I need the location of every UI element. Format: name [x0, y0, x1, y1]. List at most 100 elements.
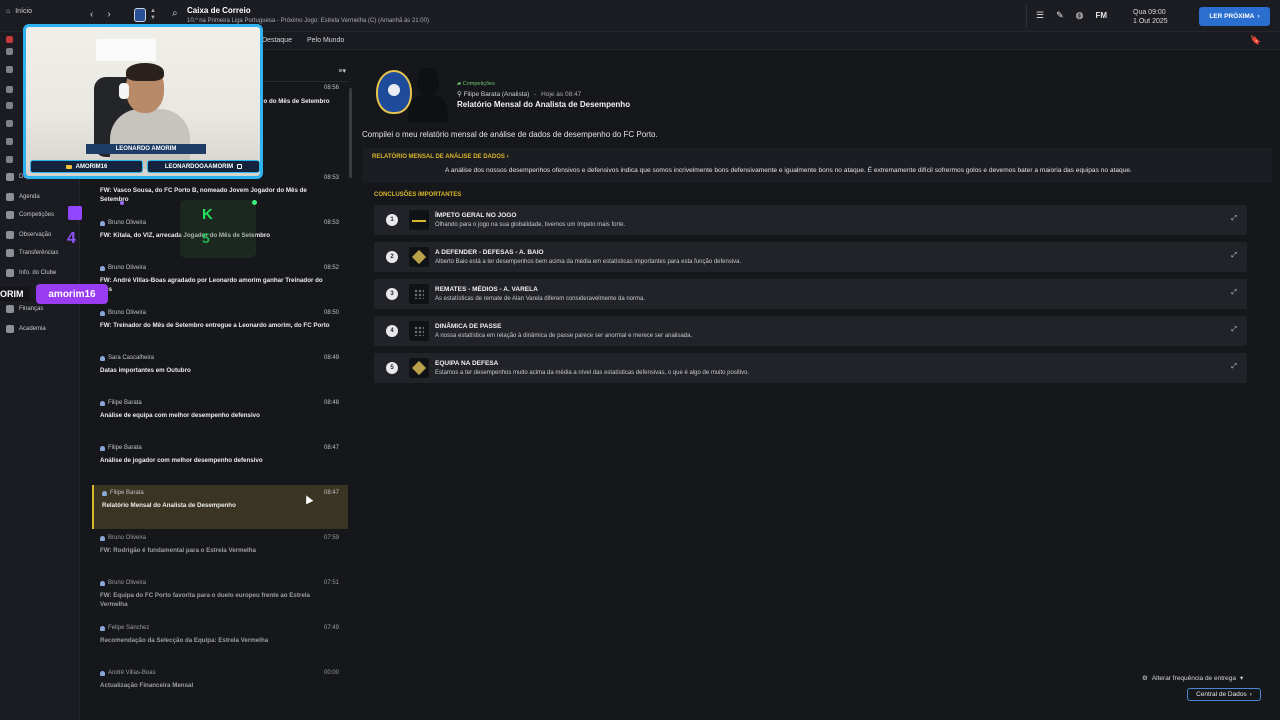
sidebar-item-club-info[interactable]: Info. do Clube — [6, 269, 56, 277]
person-icon — [100, 535, 105, 541]
streamer-nameplate: LEONARDO AMORIM — [86, 144, 206, 154]
chevron-right-icon: › — [1257, 13, 1260, 20]
list-item[interactable]: Bruno Oliveira 08:52 FW: André Villas-Bo… — [92, 260, 348, 304]
list-item[interactable]: Filipe Barata 08:48 Análise de equipa co… — [92, 395, 348, 439]
data-analysis-link[interactable]: RELATÓRIO MENSAL DE ANÁLISE DE DADOS › — [372, 154, 509, 160]
expand-icon[interactable]: ⤢ — [1231, 215, 1237, 223]
data-hub-button[interactable]: Central de Dados › — [1187, 688, 1261, 701]
expand-icon[interactable]: ⤢ — [1231, 363, 1237, 371]
air-conditioner — [96, 39, 156, 61]
delivery-frequency-dropdown[interactable]: ⚙ Alterar frequência de entrega ▾ — [1142, 674, 1244, 683]
person-icon — [100, 310, 105, 316]
training-icon[interactable] — [6, 120, 13, 127]
conclusion-card[interactable]: 5 EQUIPA NA DEFESA Estamos a ter desempe… — [374, 353, 1247, 383]
sidebar-item-scouting[interactable]: Observação — [6, 231, 51, 239]
fm-logo[interactable]: FM — [1095, 11, 1107, 20]
message-time: 08:52 — [323, 265, 339, 271]
club-switch-chevron-icon[interactable]: ▲ ▼ — [150, 8, 156, 22]
club-crest-icon[interactable] — [134, 8, 146, 22]
sidebar-item-agenda[interactable]: Agenda — [6, 193, 40, 201]
squad-icon[interactable] — [6, 48, 13, 55]
sender-name: Sara Cascalheira — [108, 355, 155, 361]
conclusion-card[interactable]: 3 REMATES - MÉDIOS - A. VARELA As estatí… — [374, 279, 1247, 309]
read-next-button[interactable]: LER PRÓXIMA › — [1199, 7, 1270, 26]
tactics-icon[interactable] — [6, 66, 13, 73]
page-title: Caixa de Correio — [187, 6, 251, 15]
list-item[interactable]: Bruno Oliveira 07:59 FW: Rodrigão é fund… — [92, 530, 348, 574]
message-sender: Bruno Oliveira — [100, 310, 146, 316]
sender-name: André Villas-Boas — [108, 670, 156, 676]
list-item-selected[interactable]: Filipe Barata 08:47 Relatório Mensal do … — [92, 485, 348, 529]
message-timestamp: Hoje às 08:47 — [541, 91, 582, 98]
headphones-icon — [119, 83, 129, 99]
globe-icon[interactable]: ◍ — [1076, 10, 1084, 21]
sidebar-item-label: Agenda — [19, 194, 40, 200]
home-link[interactable]: ⌂ Início — [6, 8, 32, 15]
expand-icon[interactable]: ⤢ — [1231, 289, 1237, 297]
conclusion-title: ÍMPETO GERAL NO JOGO — [435, 212, 517, 219]
twitch-icon — [68, 206, 82, 220]
message-sender: Bruno Oliveira — [100, 535, 146, 541]
date-time: Qua 09:00 — [1133, 9, 1166, 16]
list-item[interactable]: Felipe Sánchez 07:49 Recomendação da Sel… — [92, 620, 348, 664]
message-sender: Felipe Sánchez — [100, 625, 149, 631]
message-time: 08:49 — [323, 355, 339, 361]
conclusion-desc: Alberto Baio está a ter desempenhos bem … — [435, 259, 742, 265]
sidebar-item-finances[interactable]: Finanças — [6, 305, 43, 313]
inbox-icon[interactable] — [6, 36, 13, 43]
sidebar-item-transfers[interactable]: Transferências — [6, 249, 58, 257]
chevron-down-icon: ▾ — [1240, 675, 1244, 682]
staff-icon[interactable] — [6, 102, 13, 109]
crest-ball — [388, 84, 400, 96]
scouting-mini-icon[interactable] — [6, 156, 13, 163]
sort-dropdown-icon[interactable]: ≡▾ — [338, 67, 346, 75]
sender-name: Filipe Barata — [108, 400, 142, 406]
conclusion-title: REMATES - MÉDIOS - A. VARELA — [435, 286, 538, 293]
dynamics-icon[interactable] — [6, 138, 13, 145]
message-subject: FW: André Villas-Boas agradado por Leona… — [100, 277, 323, 293]
message-sender: Filipe Barata — [100, 445, 142, 451]
tab-destaque[interactable]: Destaque — [262, 37, 292, 44]
category-label: Competições — [462, 81, 495, 87]
sidebar-item-academy[interactable]: Academia — [6, 325, 46, 333]
list-item[interactable]: Bruno Oliveira 08:50 FW: Treinador do Mê… — [92, 305, 348, 349]
message-subject: FW: Rodrigão é fundamental para o Estrel… — [100, 547, 256, 554]
trophy-icon — [6, 211, 14, 219]
list-item[interactable]: André Villas-Boas 00:00 Actualização Fin… — [92, 665, 348, 709]
conclusion-desc: As estatísticas de remate de Alan Varela… — [435, 296, 645, 302]
conclusion-card[interactable]: 4 DINÂMICA DE PASSE A nossa estatística … — [374, 316, 1247, 346]
message-subject: FW: Treinador do Mês de Setembro entregu… — [100, 322, 330, 329]
message-view: ▰ Competições ⚲ Filipe Barata (Analista)… — [362, 50, 1272, 710]
date-day: 1 Out 2025 — [1133, 18, 1168, 25]
message-sender: André Villas-Boas — [100, 670, 156, 676]
message-time: 08:53 — [323, 220, 339, 226]
message-category[interactable]: ▰ Competições — [457, 81, 495, 87]
conclusion-card[interactable]: 1 ÍMPETO GERAL NO JOGO Olhando para o jo… — [374, 205, 1247, 235]
menu-icon[interactable]: ☰ — [1036, 10, 1044, 21]
edit-icon[interactable]: ✎ — [1056, 10, 1064, 21]
expand-icon[interactable]: ⤢ — [1231, 252, 1237, 260]
person-icon — [100, 580, 105, 586]
back-arrow-icon[interactable]: ‹ — [90, 9, 93, 20]
tab-pelo-mundo[interactable]: Pelo Mundo — [307, 37, 344, 44]
sidebar-item-competitions[interactable]: Competições — [6, 211, 54, 219]
avatar-head — [417, 68, 439, 96]
conclusion-title: EQUIPA NA DEFESA — [435, 360, 499, 367]
conclusion-card[interactable]: 2 A DEFENDER - DEFESAS - A. BAIO Alberto… — [374, 242, 1247, 272]
list-item[interactable]: Sara Cascalheira 08:49 Datas importantes… — [92, 350, 348, 394]
gear-icon: ⚙ — [1142, 675, 1148, 682]
list-item[interactable]: Filipe Barata 08:47 Análise de jogador c… — [92, 440, 348, 484]
message-sender[interactable]: ⚲ Filipe Barata (Analista) - Hoje às 08:… — [457, 90, 581, 98]
expand-icon[interactable]: ⤢ — [1231, 326, 1237, 334]
person-icon — [100, 445, 105, 451]
bookmark-icon[interactable]: 🔖 — [1250, 35, 1261, 46]
search-icon[interactable]: ⌕ — [172, 8, 178, 19]
decor-dot — [120, 201, 124, 205]
list-item[interactable]: Bruno Oliveira 07:51 FW: Equipa do FC Po… — [92, 575, 348, 619]
forward-arrow-icon[interactable]: › — [107, 9, 110, 20]
data-icon[interactable] — [6, 86, 13, 93]
message-subject: Recomendação da Selecção da Equipa: Estr… — [100, 637, 269, 644]
player-radar-icon — [409, 247, 429, 267]
list-scrollbar[interactable] — [349, 88, 352, 178]
social-tags: AMORIM16 LEONARDOOAAMORIM — [30, 160, 260, 173]
